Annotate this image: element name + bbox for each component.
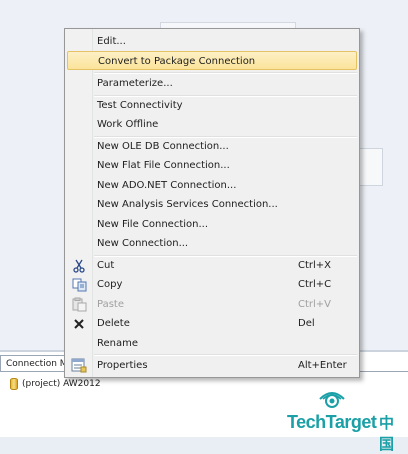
menu-item-shortcut: Alt+Enter bbox=[298, 360, 347, 371]
menu-item-new-file-connection[interactable]: New File Connection... bbox=[67, 215, 357, 234]
menu-item-label: New File Connection... bbox=[97, 219, 209, 230]
menu-item-delete[interactable]: Delete Del bbox=[67, 314, 357, 333]
techtarget-watermark: TechTarget 中国 bbox=[287, 388, 407, 453]
background-panel bbox=[360, 148, 383, 186]
properties-icon bbox=[70, 357, 88, 374]
menu-item-label: New Connection... bbox=[97, 238, 189, 249]
menu-item-work-offline[interactable]: Work Offline bbox=[67, 115, 357, 134]
menu-item-new-flat-file-connection[interactable]: New Flat File Connection... bbox=[67, 156, 357, 175]
menu-item-copy[interactable]: Copy Ctrl+C bbox=[67, 275, 357, 294]
menu-item-label: Paste bbox=[97, 299, 124, 310]
watermark-brand: TechTarget bbox=[287, 412, 377, 432]
menu-item-label: Edit... bbox=[97, 36, 126, 47]
menu-item-convert-to-package-connection[interactable]: Convert to Package Connection bbox=[67, 51, 357, 70]
menu-item-paste[interactable]: Paste Ctrl+V bbox=[67, 295, 357, 314]
menu-item-edit[interactable]: Edit... bbox=[67, 32, 357, 51]
menu-item-parameterize[interactable]: Parameterize... bbox=[67, 74, 357, 93]
delete-x-icon bbox=[70, 315, 88, 332]
menu-item-new-connection[interactable]: New Connection... bbox=[67, 234, 357, 253]
connection-manager-label: (project) AW2012 bbox=[22, 379, 101, 389]
menu-item-label: Delete bbox=[97, 318, 130, 329]
menu-item-label: Parameterize... bbox=[97, 78, 173, 89]
menu-item-shortcut: Ctrl+X bbox=[298, 260, 332, 271]
copy-icon bbox=[70, 276, 88, 293]
menu-item-label: Rename bbox=[97, 338, 139, 349]
menu-item-label: New Flat File Connection... bbox=[97, 160, 230, 171]
menu-item-label: Convert to Package Connection bbox=[98, 56, 256, 67]
menu-item-label: Work Offline bbox=[97, 119, 159, 130]
menu-item-shortcut: Ctrl+C bbox=[298, 279, 332, 290]
database-icon bbox=[10, 378, 18, 390]
menu-item-label: Properties bbox=[97, 360, 148, 371]
menu-item-cut[interactable]: Cut Ctrl+X bbox=[67, 256, 357, 275]
paste-icon bbox=[70, 296, 88, 313]
menu-item-label: New Analysis Services Connection... bbox=[97, 199, 278, 210]
eye-logo-icon bbox=[317, 388, 347, 410]
menu-item-properties[interactable]: Properties Alt+Enter bbox=[67, 356, 357, 375]
menu-item-label: Copy bbox=[97, 279, 123, 290]
menu-item-label: New ADO.NET Connection... bbox=[97, 180, 237, 191]
menu-item-label: Cut bbox=[97, 260, 115, 271]
scissors-icon bbox=[70, 257, 88, 274]
menu-item-label: Test Connectivity bbox=[97, 100, 183, 111]
menu-item-label: New OLE DB Connection... bbox=[97, 141, 229, 152]
menu-item-new-ole-db-connection[interactable]: New OLE DB Connection... bbox=[67, 137, 357, 156]
context-menu: Edit... Convert to Package Connection Pa… bbox=[64, 28, 360, 378]
menu-item-test-connectivity[interactable]: Test Connectivity bbox=[67, 96, 357, 115]
connection-manager-item[interactable]: (project) AW2012 bbox=[10, 377, 101, 391]
menu-item-shortcut: Del bbox=[298, 318, 315, 329]
menu-item-new-ado-net-connection[interactable]: New ADO.NET Connection... bbox=[67, 176, 357, 195]
menu-item-shortcut: Ctrl+V bbox=[298, 299, 332, 310]
menu-item-rename[interactable]: Rename bbox=[67, 334, 357, 353]
watermark-suffix: 中国 bbox=[379, 414, 395, 453]
menu-item-new-analysis-services-connection[interactable]: New Analysis Services Connection... bbox=[67, 195, 357, 214]
